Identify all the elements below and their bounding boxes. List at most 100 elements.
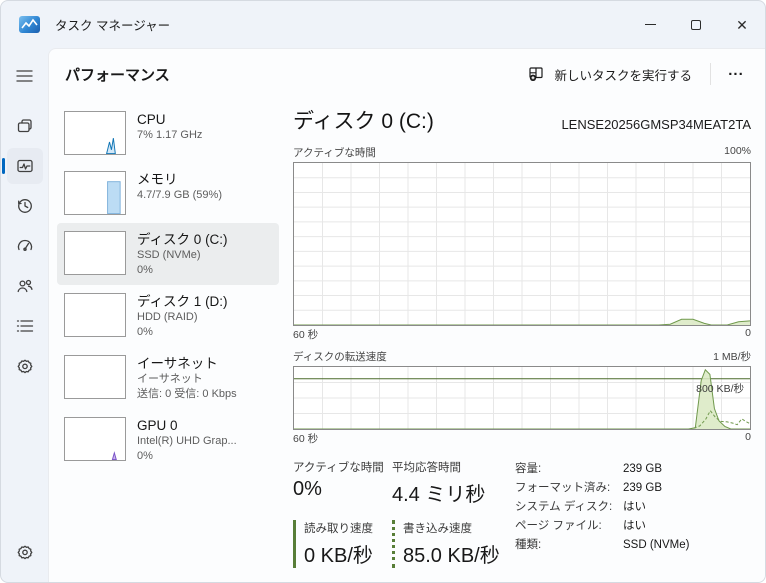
more-options-icon: ... [728,61,744,79]
x-right-label: 0 [745,431,751,443]
services-icon [17,359,32,374]
info-row: 容量: 239 GB [515,460,689,479]
x-left-label: 60 秒 [293,433,319,445]
stat-label: 平均応答時間 [392,462,461,474]
processes-icon [17,119,32,133]
stat-label: 読み取り速度 [304,523,373,535]
perf-item-memory[interactable]: メモリ 4.7/7.9 GB (59%) [57,163,279,223]
menu-button[interactable] [7,58,43,94]
info-value: 239 GB [623,463,662,475]
mini-graph-thumbnail [64,355,126,399]
startup-apps-icon [17,239,32,252]
close-button[interactable]: ✕ [719,1,765,48]
info-label: システム ディスク: [515,501,613,513]
transfer-rate-chart-header: ディスクの転送速度 1 MB/秒 [293,349,751,364]
more-options-button[interactable]: ... [719,59,753,89]
info-value: 239 GB [623,482,662,494]
nav-performance[interactable] [1,148,43,184]
transfer-rate-chart: 800 KB/秒 [293,366,751,430]
perf-item-subtitle: Intel(R) UHD Grap... [137,435,237,447]
info-row: システム ディスク: はい [515,498,689,517]
mini-graph-thumbnail [64,417,126,461]
stat-active-time: アクティブな時間 0% [293,459,392,507]
perf-item-disk1[interactable]: ディスク 1 (D:) HDD (RAID) 0% [57,285,279,347]
perf-item-subtitle: 4.7/7.9 GB (59%) [137,189,222,201]
active-time-chart [293,162,751,326]
perf-item-subtitle: 0% [137,325,153,338]
settings-icon [17,545,32,560]
details-icon [16,320,33,332]
perf-item-cpu[interactable]: CPU 7% 1.17 GHz [57,103,279,163]
window-controls: ✕ [627,1,765,48]
info-label: ページ ファイル: [515,520,602,532]
disk-stats-values: アクティブな時間 0% 平均応答時間 4.4 ミリ秒 読み取り速度 0 KB/秒 [293,459,500,582]
nav-services[interactable] [7,348,43,384]
run-new-task-label: 新しいタスクを実行する [554,68,692,83]
info-label: 種類: [515,539,542,551]
stat-avg-response: 平均応答時間 4.4 ミリ秒 [392,459,499,507]
perf-item-subtitle: 0% [137,263,153,276]
content-panel: パフォーマンス 新しいタスクを実行する ... CPU 7% 1.17 GHz … [48,48,765,582]
transfer-rate-chart-footer: 60 秒 0 [293,431,751,446]
header-divider [710,63,711,85]
active-time-chart-header: アクティブな時間 100% [293,145,751,160]
mini-graph-thumbnail [64,293,126,337]
perf-item-title: イーサネット [137,356,218,371]
x-left-label: 60 秒 [293,329,319,341]
nav-processes[interactable] [7,108,43,144]
stat-write-speed: 書き込み速度 85.0 KB/秒 [392,520,500,568]
perf-item-disk0[interactable]: ディスク 0 (C:) SSD (NVMe) 0% [57,223,279,285]
info-value: はい [623,520,646,532]
maximize-button[interactable] [673,1,719,48]
menu-icon [16,70,33,82]
mini-graph-thumbnail [64,111,126,155]
perf-item-subtitle: SSD (NVMe) [137,249,201,261]
performance-columns: CPU 7% 1.17 GHz メモリ 4.7/7.9 GB (59%) ディス… [49,95,765,582]
run-new-task-button[interactable]: 新しいタスクを実行する [518,58,702,91]
transfer-rate-chart-max: 1 MB/秒 [713,351,751,363]
app-history-icon [17,199,32,213]
disk-detail-header: ディスク 0 (C:) LENSE20256GMSP34MEAT2TA [293,105,751,135]
performance-list: CPU 7% 1.17 GHz メモリ 4.7/7.9 GB (59%) ディス… [57,103,279,582]
nav-details[interactable] [7,308,43,344]
stat-read-speed: 読み取り速度 0 KB/秒 [293,520,392,568]
stat-value: 85.0 KB/秒 [403,545,500,567]
app-body: パフォーマンス 新しいタスクを実行する ... CPU 7% 1.17 GHz … [1,48,765,582]
stat-value: 0% [293,478,322,500]
perf-item-subtitle: HDD (RAID) [137,311,198,323]
minimize-button[interactable] [627,1,673,48]
active-time-chart-title: アクティブな時間 [293,147,376,159]
perf-item-text: ディスク 1 (D:) HDD (RAID) 0% [137,293,228,339]
performance-icon [16,159,33,173]
info-value: はい [623,501,646,513]
nav-app-history[interactable] [7,188,43,224]
active-time-chart-footer: 60 秒 0 [293,327,751,342]
window-title: タスク マネージャー [55,19,171,33]
perf-item-gpu0[interactable]: GPU 0 Intel(R) UHD Grap... 0% [57,409,279,471]
users-icon [17,279,33,293]
disk-detail: ディスク 0 (C:) LENSE20256GMSP34MEAT2TA アクティ… [279,103,753,582]
stat-value: 4.4 ミリ秒 [392,484,486,506]
perf-item-text: メモリ 4.7/7.9 GB (59%) [137,171,222,203]
perf-item-title: ディスク 1 (D:) [137,294,228,309]
perf-item-text: ディスク 0 (C:) SSD (NVMe) 0% [137,231,228,277]
nav-startup-apps[interactable] [7,228,43,264]
selected-indicator [1,158,5,174]
disk-title: ディスク 0 (C:) [293,110,434,133]
perf-item-title: GPU 0 [137,418,178,433]
perf-item-ethernet[interactable]: イーサネット イーサネット送信: 0 受信: 0 Kbps [57,347,279,409]
active-time-chart-max: 100% [724,145,751,157]
titlebar: タスク マネージャー ✕ [1,1,765,48]
settings-button[interactable] [7,534,43,570]
perf-item-title: CPU [137,112,166,127]
x-right-label: 0 [745,327,751,339]
mini-graph-thumbnail [64,231,126,275]
perf-item-subtitle: 送信: 0 受信: 0 Kbps [137,387,237,400]
maximize-icon [691,19,701,30]
info-row: ページ ファイル: はい [515,517,689,536]
stat-label: アクティブな時間 [293,462,384,474]
perf-item-title: メモリ [137,172,178,187]
perf-item-subtitle: イーサネット [137,373,203,385]
task-manager-window: タスク マネージャー ✕ パフォーマンス 新しいタスクを実行する ... CPU… [0,0,766,583]
nav-users[interactable] [7,268,43,304]
